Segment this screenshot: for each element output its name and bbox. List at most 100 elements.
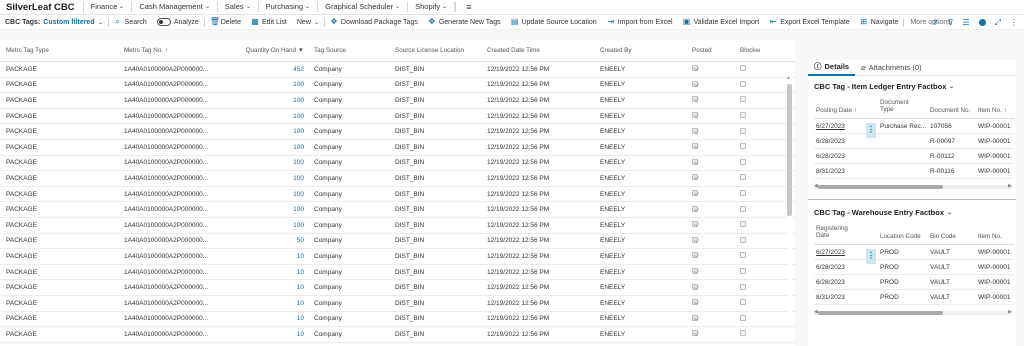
cell-posting-date[interactable]: 8/31/2023	[816, 168, 864, 175]
tab-attachments[interactable]: ⌀ Attachments (0)	[855, 60, 927, 76]
cell-quantity[interactable]: 100	[230, 97, 304, 104]
table-row[interactable]: PACKAGE 1A40A0100000A2P000000... 10 Company…	[0, 265, 795, 281]
update-source-location-button[interactable]: ▤ Update Source Location	[506, 18, 602, 26]
cell-quantity[interactable]: 452	[230, 66, 304, 73]
col-header-blocked[interactable]: Blocked	[740, 47, 760, 54]
vertical-scrollbar[interactable]	[787, 84, 792, 314]
import-from-excel-button[interactable]: ⇥ Import from Excel	[602, 18, 678, 26]
nav-purchasing[interactable]: Purchasing ⌄	[259, 2, 319, 12]
scroll-right-icon[interactable]: ▶	[1008, 309, 1012, 315]
nav-graphical-scheduler[interactable]: Graphical Scheduler ⌄	[318, 2, 409, 12]
col-header-tag-source[interactable]: Tag Source	[314, 47, 384, 54]
validate-excel-import-button[interactable]: ▣ Validate Excel Import	[678, 18, 765, 26]
tags-filter[interactable]: CBC Tags: Custom filtered ⌄	[0, 19, 108, 26]
search-button[interactable]: ⌕ Search	[109, 18, 152, 26]
ile-row[interactable]: 6/27/2023 ⋮ Purchase Rec... 107056 WIP-00001	[814, 119, 1014, 138]
table-row[interactable]: PACKAGE 1A40A0100000A2P000000... 10 Company…	[0, 296, 795, 312]
scrollbar-thumb[interactable]	[818, 185, 943, 189]
wh-row[interactable]: 8/31/2023 PROD VAULT WIP-00001	[814, 290, 1014, 305]
col-header-posting-date[interactable]: Posting Date ↑	[816, 107, 864, 114]
table-row[interactable]: PACKAGE 1A40A0100000A2P000000... 100 Compan…	[0, 140, 795, 156]
col-header-document-no[interactable]: Document No.	[930, 107, 974, 114]
col-header-document-type[interactable]: Document Type	[880, 99, 920, 113]
nav-cash-management[interactable]: Cash Management ⌄	[132, 2, 218, 12]
nav-finance[interactable]: Finance ⌄	[84, 2, 133, 12]
analyze-toggle[interactable]: Analyze	[152, 18, 204, 26]
col-header-item-no[interactable]: Item No. ↑	[978, 107, 1014, 114]
cell-registering-date[interactable]: 6/27/2023	[816, 249, 864, 256]
table-row[interactable]: PACKAGE 1A40A0100000A2P000000... 100 Compan…	[0, 202, 795, 218]
cell-quantity[interactable]: 10	[230, 315, 304, 322]
ile-factbox-title[interactable]: CBC Tag - Item Ledger Entry Factbox ⌄	[808, 76, 1016, 95]
cell-quantity[interactable]: 100	[230, 81, 304, 88]
wh-horizontal-scrollbar[interactable]: ◀ ▶	[814, 309, 1012, 315]
ile-horizontal-scrollbar[interactable]: ◀ ▶	[814, 183, 1012, 189]
table-row[interactable]: PACKAGE 1A40A0100000A2P000000... 100 Compan…	[0, 78, 795, 94]
wh-row[interactable]: 6/28/2023 PROD VAULT WIP-00001	[814, 275, 1014, 290]
col-header-source-location[interactable]: Source License Location	[395, 47, 475, 54]
col-header-tag-type[interactable]: Metrc Tag Type	[6, 47, 96, 54]
table-row[interactable]: PACKAGE 1A40A0100000A2P000000... 10 Company…	[0, 249, 795, 265]
cell-posting-date[interactable]: 6/27/2023	[816, 123, 864, 130]
table-row[interactable]: PACKAGE 1A40A0100000A2P000000... 100 Compan…	[0, 124, 795, 140]
table-row[interactable]: PACKAGE 1A40A0100000A2P000000... 100 Compan…	[0, 171, 795, 187]
cell-posting-date[interactable]: 6/28/2023	[816, 153, 864, 160]
table-row[interactable]: PACKAGE 1A40A0100000A2P000000... 100 Compan…	[0, 156, 795, 172]
table-row[interactable]: PACKAGE 1A40A0100000A2P000000... 100 Compan…	[0, 187, 795, 203]
scroll-right-icon[interactable]: ▶	[1008, 183, 1012, 189]
col-header-bin-code[interactable]: Bin Code	[930, 233, 974, 240]
table-row[interactable]: PACKAGE 1A40A0100000A2P000000... 10 Company…	[0, 280, 795, 296]
table-row[interactable]: PACKAGE 1A40A0100000A2P000000... 50 Company…	[0, 234, 795, 250]
table-row[interactable]: PACKAGE 1A40A0100000A2P000000... 100 Compan…	[0, 109, 795, 125]
delete-button[interactable]: 🗑 Delete	[205, 18, 246, 26]
cell-quantity[interactable]: 100	[230, 191, 304, 198]
share-icon[interactable]: ⇪	[932, 18, 939, 27]
col-header-wh-item-no[interactable]: Item No.	[978, 233, 1014, 240]
cell-registering-date[interactable]: 8/31/2023	[816, 294, 864, 301]
scroll-up-icon[interactable]: ▲	[786, 75, 791, 81]
cell-quantity[interactable]: 10	[230, 253, 304, 260]
ile-row[interactable]: 6/28/2023 R-00112 WIP-00001	[814, 149, 1014, 164]
ile-row[interactable]: 6/28/2023 R-00097 WIP-00001	[814, 134, 1014, 149]
navigate-button[interactable]: ⊞ Navigate	[855, 18, 904, 26]
edit-list-button[interactable]: ▦ Edit List	[246, 18, 292, 26]
cell-quantity[interactable]: 100	[230, 222, 304, 229]
cell-quantity[interactable]: 10	[230, 300, 304, 307]
col-header-created-by[interactable]: Created By	[600, 47, 660, 54]
download-package-tags-button[interactable]: ✥ Download Package Tags	[325, 18, 423, 26]
cell-quantity[interactable]: 100	[230, 206, 304, 213]
col-header-registering-date[interactable]: Registering Date	[816, 225, 856, 239]
new-button[interactable]: New ⌄	[292, 19, 324, 26]
toggle-switch[interactable]	[156, 18, 171, 26]
generate-new-tags-button[interactable]: ✥ Generate New Tags	[423, 18, 506, 26]
tab-details[interactable]: ⓘ Details	[808, 60, 856, 76]
factbox-toggle-icon[interactable]	[978, 19, 986, 26]
table-row[interactable]: PACKAGE 1A40A0100000A2P000000... 100 Compan…	[0, 93, 795, 109]
table-row[interactable]: PACKAGE 1A40A0100000A2P000000... 452 Compan…	[0, 62, 795, 78]
cell-posting-date[interactable]: 6/28/2023	[816, 138, 864, 145]
nav-sales[interactable]: Sales ⌄	[218, 2, 259, 12]
cell-quantity[interactable]: 10	[230, 269, 304, 276]
cell-quantity[interactable]: 10	[230, 331, 304, 338]
cell-quantity[interactable]: 100	[230, 113, 304, 120]
table-row[interactable]: PACKAGE 1A40A0100000A2P000000... 10 Company…	[0, 312, 795, 328]
wh-row[interactable]: 6/27/2023 ⋮ PROD VAULT WIP-00001	[814, 245, 1014, 264]
cell-quantity[interactable]: 100	[230, 159, 304, 166]
wh-factbox-title[interactable]: CBC Tag - Warehouse Entry Factbox ⌄	[808, 200, 1016, 221]
cell-registering-date[interactable]: 6/28/2023	[816, 264, 864, 271]
col-header-tag-no[interactable]: Metrc Tag No. ↑	[124, 47, 224, 54]
app-title[interactable]: SilverLeaf CBC	[0, 1, 84, 13]
scrollbar-thumb[interactable]	[818, 311, 943, 315]
cell-quantity[interactable]: 10	[230, 284, 304, 291]
ile-row[interactable]: 8/31/2023 R-00116 WIP-00001	[814, 164, 1014, 179]
col-header-posted[interactable]: Posted	[692, 47, 712, 54]
col-header-quantity[interactable]: Quantity On Hand ▼	[230, 47, 304, 54]
hamburger-menu-icon[interactable]: ≡	[455, 2, 481, 12]
export-excel-template-button[interactable]: ⇤ Export Excel Template	[764, 18, 855, 26]
cell-quantity[interactable]: 100	[230, 144, 304, 151]
filter-icon[interactable]: ⊽	[948, 18, 954, 27]
list-view-icon[interactable]: ☰	[962, 18, 969, 27]
col-header-created-date[interactable]: Created Date Time	[487, 47, 577, 54]
wh-row[interactable]: 6/28/2023 PROD VAULT WIP-00001	[814, 260, 1014, 275]
scrollbar-thumb[interactable]	[787, 84, 792, 216]
